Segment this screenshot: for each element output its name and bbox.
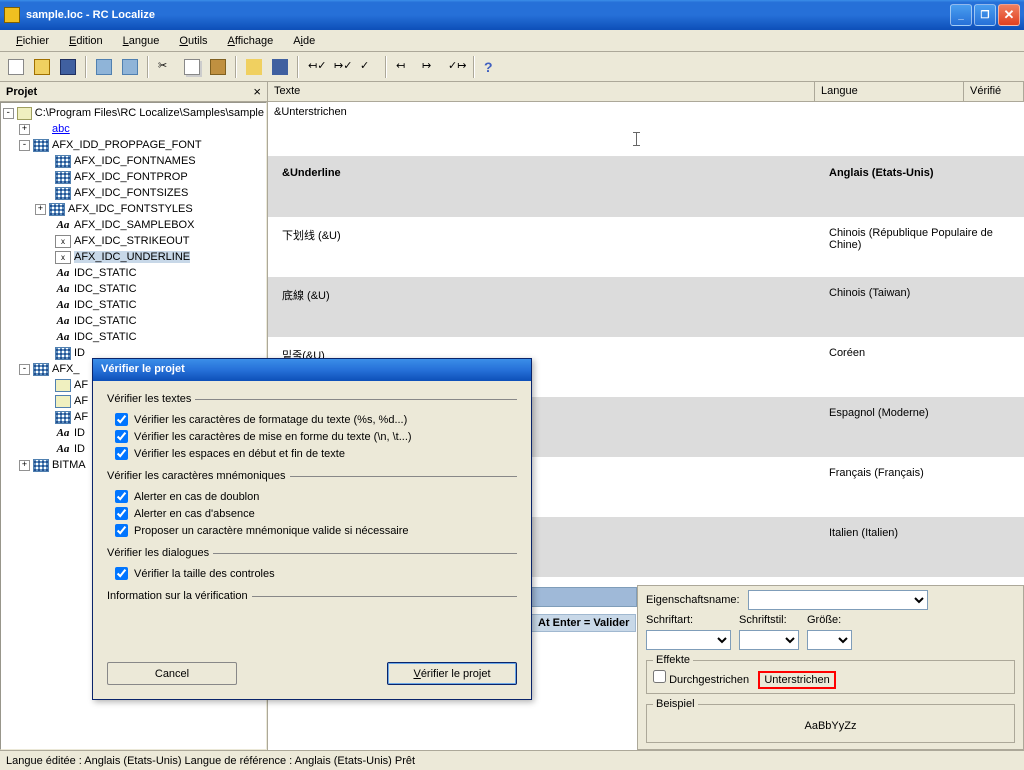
status-bar: Langue éditée : Anglais (Etats-Unis) Lan… — [0, 750, 1024, 770]
tree-item[interactable]: AaIDC_STATIC — [3, 329, 264, 345]
tree-item[interactable]: +AFX_IDC_FONTSTYLES — [3, 201, 264, 217]
col-texte[interactable]: Texte — [268, 82, 815, 101]
menu-view[interactable]: Affichage — [218, 32, 284, 50]
tree-item[interactable]: xAFX_IDC_STRIKEOUT — [3, 233, 264, 249]
prop-combo[interactable] — [748, 590, 928, 610]
font-combo[interactable] — [646, 630, 731, 650]
tb-nav5[interactable]: ↦ — [418, 55, 442, 79]
dialog-title: Vérifier le projet — [93, 359, 531, 381]
table-row[interactable]: 底線 (&U)Chinois (Taiwan) — [268, 277, 1024, 337]
check-escape[interactable]: Vérifier les caractères de mise en forme… — [107, 428, 517, 445]
tree-item[interactable]: AFX_IDC_FONTSIZES — [3, 185, 264, 201]
check-format[interactable]: Vérifier les caractères de formatage du … — [107, 411, 517, 428]
tb-cut[interactable]: ✂ — [154, 55, 178, 79]
tree-item[interactable]: AaIDC_STATIC — [3, 313, 264, 329]
prop-label: Eigenschaftsname: — [646, 594, 740, 606]
tb-nav1[interactable]: ↤✓ — [304, 55, 328, 79]
tb-grid2[interactable] — [118, 55, 142, 79]
size-label: Größe: — [807, 614, 841, 626]
tree-item-selected[interactable]: xAFX_IDC_UNDERLINE — [3, 249, 264, 265]
tb-new[interactable] — [4, 55, 28, 79]
tb-nav6[interactable]: ✓↦ — [444, 55, 468, 79]
table-row[interactable]: &UnderlineAnglais (Etats-Unis) — [268, 157, 1024, 217]
toolbar: ✂ ↤✓ ↦✓ ✓ ↤ ↦ ✓↦ ? — [0, 52, 1024, 82]
minimize-button[interactable]: _ — [950, 4, 972, 26]
tb-grid1[interactable] — [92, 55, 116, 79]
edit-text[interactable]: &Unterstrichen — [274, 106, 347, 118]
check-spaces[interactable]: Vérifier les espaces en début et fin de … — [107, 445, 517, 462]
edit-row[interactable]: &Unterstrichen — [268, 102, 1024, 157]
tb-nav3[interactable]: ✓ — [356, 55, 380, 79]
tb-nav4[interactable]: ↤ — [392, 55, 416, 79]
col-langue[interactable]: Langue — [815, 82, 964, 101]
hint-bar: At Enter = Valider — [531, 614, 636, 632]
check-miss[interactable]: Alerter en cas d'absence — [107, 505, 517, 522]
close-button[interactable]: ✕ — [998, 4, 1020, 26]
app-icon — [4, 7, 20, 23]
strike-check[interactable]: Durchgestrichen — [653, 674, 749, 686]
cancel-button[interactable]: Cancel — [107, 662, 237, 685]
menu-lang[interactable]: Langue — [113, 32, 170, 50]
effects-group: Effekte Durchgestrichen Unterstrichen — [646, 654, 1015, 694]
menu-edit[interactable]: Edition — [59, 32, 113, 50]
tb-help[interactable]: ? — [480, 55, 504, 79]
tree-item[interactable]: AaIDC_STATIC — [3, 265, 264, 281]
menu-help[interactable]: Aide — [283, 32, 325, 50]
list-header: Texte Langue Vérifié — [268, 82, 1024, 102]
tree-abc[interactable]: +abc — [3, 121, 264, 137]
text-cursor — [636, 132, 637, 146]
menubar: Fichier Edition Langue Outils Affichage … — [0, 30, 1024, 52]
project-panel-close[interactable]: × — [253, 84, 261, 99]
tree-item[interactable]: AFX_IDC_FONTNAMES — [3, 153, 264, 169]
tb-export[interactable] — [268, 55, 292, 79]
font-preview-panel: Eigenschaftsname: Schriftart: Schriftsti… — [637, 585, 1024, 750]
check-ctrlsize[interactable]: Vérifier la taille des controles — [107, 565, 517, 582]
tb-nav2[interactable]: ↦✓ — [330, 55, 354, 79]
check-suggest[interactable]: Proposer un caractère mnémonique valide … — [107, 522, 517, 539]
window-title: sample.loc - RC Localize — [26, 9, 950, 21]
tb-autotr[interactable] — [242, 55, 266, 79]
tb-paste[interactable] — [206, 55, 230, 79]
tree-item[interactable]: -AFX_IDD_PROPPAGE_FONT — [3, 137, 264, 153]
size-combo[interactable] — [807, 630, 852, 650]
style-combo[interactable] — [739, 630, 799, 650]
tree-root[interactable]: -C:\Program Files\RC Localize\Samples\sa… — [3, 105, 264, 121]
tb-save[interactable] — [56, 55, 80, 79]
maximize-button[interactable]: ❐ — [974, 4, 996, 26]
tree-item[interactable]: AaIDC_STATIC — [3, 281, 264, 297]
table-row[interactable]: 下划线 (&U)Chinois (République Populaire de… — [268, 217, 1024, 277]
tree-item[interactable]: AFX_IDC_FONTPROP — [3, 169, 264, 185]
verify-dialog: Vérifier le projet Vérifier les textes V… — [92, 358, 532, 700]
sample-text: AaBbYyZz — [653, 714, 1008, 738]
sample-group: Beispiel AaBbYyZz — [646, 698, 1015, 743]
tb-copy[interactable] — [180, 55, 204, 79]
menu-file[interactable]: Fichier — [6, 32, 59, 50]
underline-highlight: Unterstrichen — [758, 671, 835, 689]
bottom-divider — [531, 587, 637, 607]
font-label: Schriftart: — [646, 614, 731, 626]
window-titlebar: sample.loc - RC Localize _ ❐ ✕ — [0, 0, 1024, 30]
check-dup[interactable]: Alerter en cas de doublon — [107, 488, 517, 505]
tree-item[interactable]: AaAFX_IDC_SAMPLEBOX — [3, 217, 264, 233]
tb-open[interactable] — [30, 55, 54, 79]
project-panel-header: Projet × — [0, 82, 267, 102]
tree-item[interactable]: AaIDC_STATIC — [3, 297, 264, 313]
verify-button[interactable]: Vérifier le projet — [387, 662, 517, 685]
menu-tools[interactable]: Outils — [169, 32, 217, 50]
col-verifie[interactable]: Vérifié — [964, 82, 1024, 101]
style-label: Schriftstil: — [739, 614, 799, 626]
